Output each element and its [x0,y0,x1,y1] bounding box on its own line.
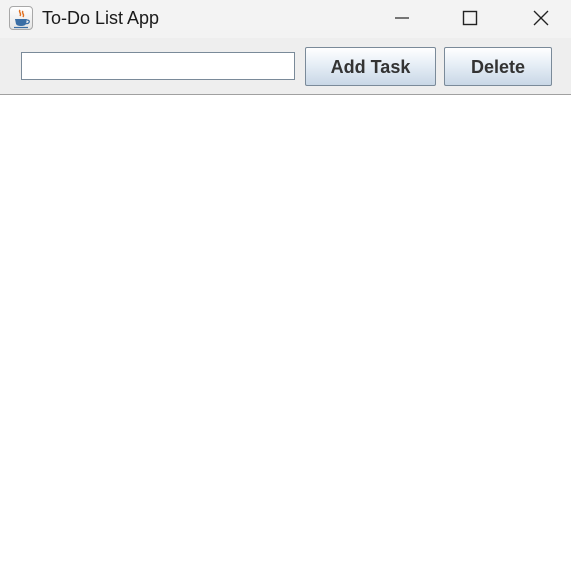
minimize-button[interactable] [379,0,425,36]
title-bar[interactable]: To-Do List App [0,0,571,38]
toolbar: Add Task Delete [0,38,571,95]
app-window: To-Do List App Add Task Delete [0,0,571,581]
java-cup-icon [9,6,33,30]
maximize-icon [462,10,478,26]
maximize-button[interactable] [447,0,493,36]
task-input[interactable] [21,52,295,80]
minimize-icon [395,17,409,19]
close-button[interactable] [518,0,564,36]
delete-button[interactable]: Delete [444,47,552,86]
window-title: To-Do List App [42,8,160,28]
task-list[interactable] [0,96,571,581]
add-task-button[interactable]: Add Task [305,47,436,86]
close-icon [533,10,549,26]
